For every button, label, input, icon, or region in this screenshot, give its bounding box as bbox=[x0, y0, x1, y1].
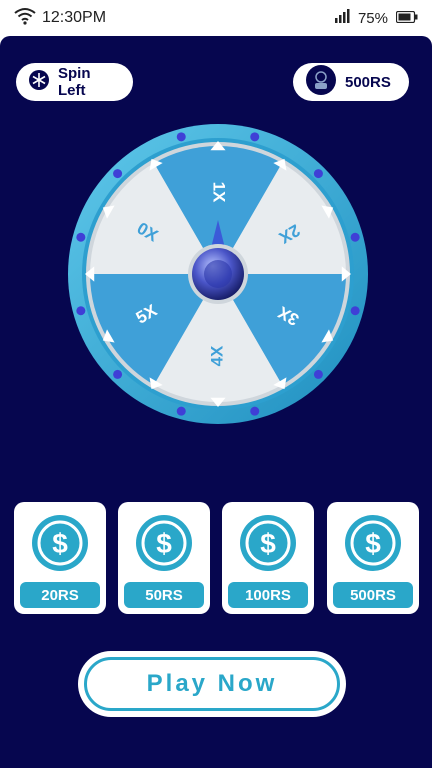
rim-dot bbox=[76, 306, 86, 316]
status-right: 75% bbox=[334, 9, 418, 27]
bet-card-50[interactable]: $ 50RS bbox=[118, 502, 210, 614]
wheel-segment-label: 1X bbox=[210, 182, 229, 203]
rim-dot bbox=[313, 369, 323, 379]
dollar-coin-icon: $ bbox=[31, 514, 89, 572]
bet-amount-label: 20RS bbox=[20, 582, 100, 608]
svg-text:$: $ bbox=[52, 528, 68, 559]
rim-dot bbox=[250, 406, 260, 416]
dollar-coin-icon: $ bbox=[344, 514, 402, 572]
clock: 12:30PM bbox=[42, 9, 107, 26]
rim-dot bbox=[350, 232, 360, 242]
signal-icon bbox=[334, 9, 350, 27]
balance-label: 500RS bbox=[345, 73, 391, 91]
svg-text:$: $ bbox=[365, 528, 381, 559]
balance-badge[interactable]: 500RS bbox=[293, 63, 409, 101]
dollar-coin-icon: $ bbox=[135, 514, 193, 572]
play-now-button[interactable]: Play Now bbox=[78, 651, 346, 717]
spin-wheel[interactable]: 1X 2X 3X 4X 5X 0X bbox=[66, 122, 370, 426]
bet-amount-label: 100RS bbox=[228, 582, 308, 608]
rim-dot bbox=[313, 169, 323, 179]
rim-dot bbox=[113, 369, 123, 379]
rim-dot bbox=[176, 406, 186, 416]
rim-dot bbox=[250, 132, 260, 142]
game-screen: Spin Left 500RS 1X 2X 3X 4X 5X 0X $ 20RS… bbox=[0, 36, 432, 768]
bet-card-500[interactable]: $ 500RS bbox=[327, 502, 419, 614]
bet-card-100[interactable]: $ 100RS bbox=[222, 502, 314, 614]
rim-dot bbox=[76, 232, 86, 242]
play-now-label: Play Now bbox=[84, 657, 340, 711]
wheel-svg: 1X2X3X4X5X0X bbox=[68, 124, 368, 424]
rim-dot bbox=[350, 306, 360, 316]
svg-text:$: $ bbox=[156, 528, 172, 559]
coin-avatar-icon bbox=[305, 64, 337, 100]
hub-center bbox=[204, 260, 232, 288]
spin-left-badge[interactable]: Spin Left bbox=[16, 63, 133, 101]
bet-card-20[interactable]: $ 20RS bbox=[14, 502, 106, 614]
bet-amount-label: 500RS bbox=[333, 582, 413, 608]
svg-text:$: $ bbox=[260, 528, 276, 559]
rim-dot bbox=[176, 132, 186, 142]
status-bar: 12:30PM 75% bbox=[0, 0, 432, 36]
snowflake-icon bbox=[28, 69, 50, 95]
dollar-coin-icon: $ bbox=[239, 514, 297, 572]
bet-options: $ 20RS $ 50RS $ 100RS $ 500RS bbox=[0, 502, 432, 622]
spin-left-label: Spin Left bbox=[58, 65, 91, 99]
wifi-icon bbox=[14, 7, 36, 30]
bet-amount-label: 50RS bbox=[124, 582, 204, 608]
wheel-segment-label: 4X bbox=[207, 345, 226, 366]
rim-dot bbox=[113, 169, 123, 179]
battery-icon bbox=[395, 10, 418, 27]
status-left: 12:30PM bbox=[14, 7, 106, 30]
battery-percent: 75% bbox=[357, 9, 388, 27]
